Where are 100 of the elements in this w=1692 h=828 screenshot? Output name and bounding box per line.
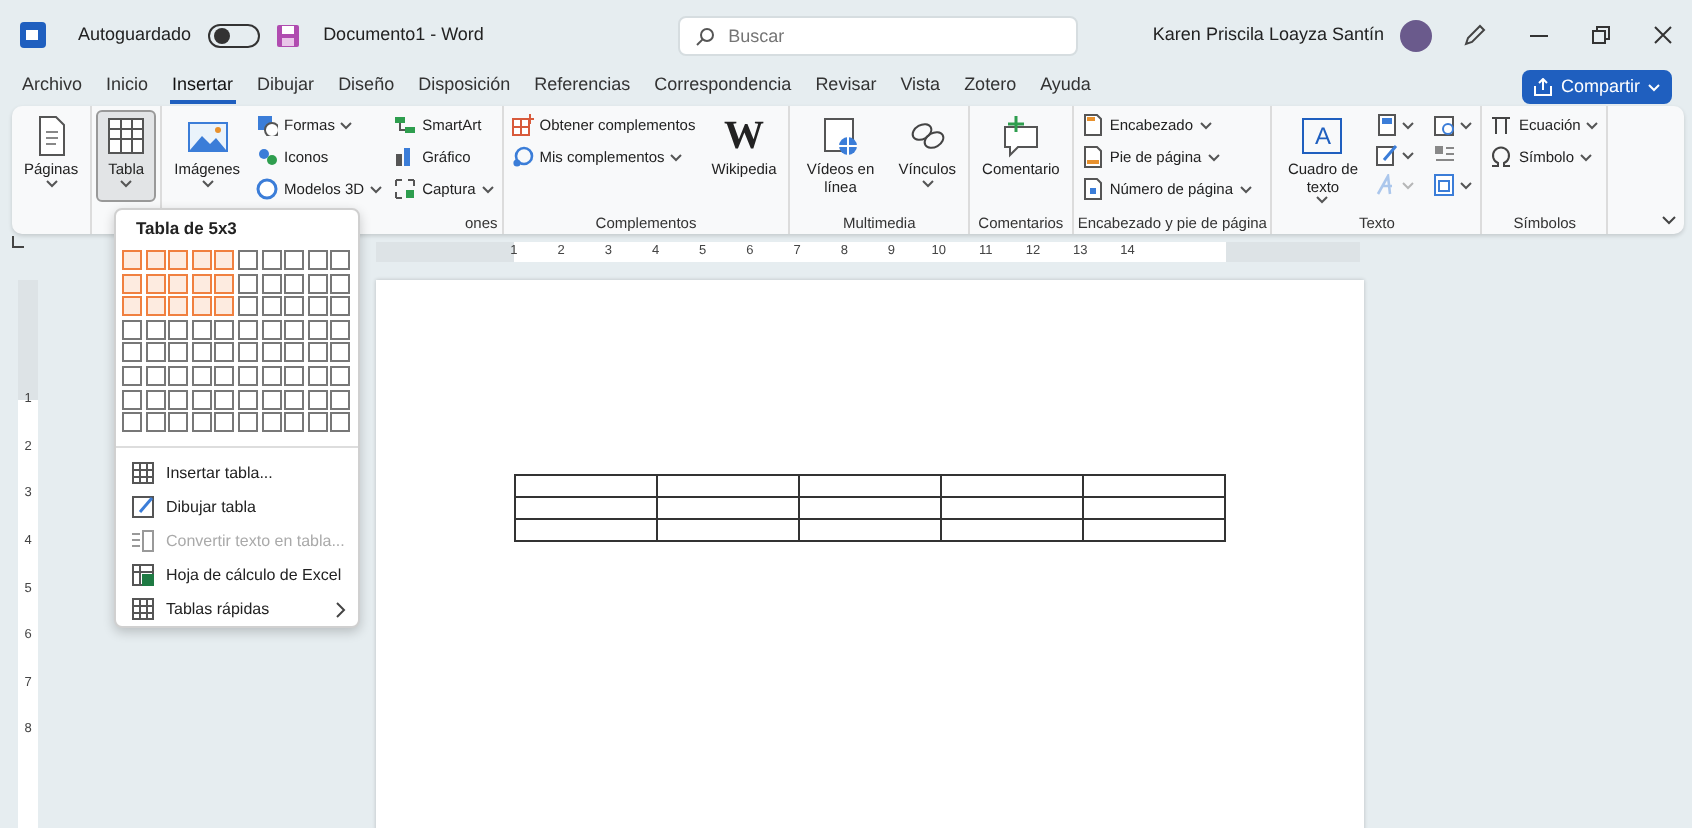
grid-cell[interactable]	[237, 342, 258, 363]
menu-item[interactable]: Insertar tabla...	[116, 456, 358, 491]
menu-item[interactable]: Dibujar tabla	[116, 490, 358, 525]
grid-cell[interactable]	[237, 296, 258, 317]
grid-cell[interactable]	[261, 273, 282, 294]
grid-cell[interactable]	[145, 342, 166, 363]
grid-cell[interactable]	[307, 250, 328, 270]
grid-cell[interactable]	[145, 389, 166, 410]
ribbon-tab[interactable]: Dibujar	[255, 70, 317, 104]
grid-cell[interactable]	[330, 319, 351, 340]
grid-cell[interactable]	[307, 296, 328, 317]
grid-cell[interactable]	[145, 273, 166, 294]
grid-cell[interactable]	[284, 365, 305, 386]
grid-cell[interactable]	[214, 250, 235, 270]
grid-cell[interactable]	[284, 296, 305, 317]
grid-cell[interactable]	[261, 389, 282, 410]
grid-cell[interactable]	[284, 412, 305, 433]
grid-cell[interactable]	[191, 389, 212, 410]
grid-cell[interactable]	[261, 319, 282, 340]
ribbon-icon-button[interactable]	[1430, 110, 1477, 140]
menu-item[interactable]: Hoja de cálculo de Excel	[116, 558, 358, 593]
grid-cell[interactable]	[191, 319, 212, 340]
grid-cell[interactable]	[191, 365, 212, 386]
ribbon-tab[interactable]: Referencias	[532, 70, 633, 104]
ribbon-tab[interactable]: Inicio	[104, 70, 151, 104]
ribbon-tab[interactable]: Vista	[898, 70, 943, 104]
menu-item[interactable]: Tablas rápidas	[116, 592, 358, 627]
grid-cell[interactable]	[330, 365, 351, 386]
grid-cell[interactable]	[145, 412, 166, 433]
grid-cell[interactable]	[191, 273, 212, 294]
grid-cell[interactable]	[122, 389, 142, 410]
ribbon-tab[interactable]: Diseño	[336, 70, 397, 104]
grid-cell[interactable]	[330, 342, 351, 363]
grid-cell[interactable]	[168, 412, 189, 433]
autosave-toggle[interactable]	[207, 23, 260, 47]
grid-cell[interactable]	[122, 365, 142, 386]
share-button[interactable]: Compartir	[1522, 70, 1672, 104]
grid-cell[interactable]	[307, 365, 328, 386]
grid-cell[interactable]	[330, 412, 351, 433]
grid-cell[interactable]	[261, 342, 282, 363]
grid-cell[interactable]	[122, 273, 142, 294]
ribbon-icon-button[interactable]	[1372, 140, 1419, 170]
grid-cell[interactable]	[145, 365, 166, 386]
grid-cell[interactable]	[168, 342, 189, 363]
grid-cell[interactable]	[214, 296, 235, 317]
grid-cell[interactable]	[191, 412, 212, 433]
grid-cell[interactable]	[307, 412, 328, 433]
grid-cell[interactable]	[214, 389, 235, 410]
ribbon-tab[interactable]: Zotero	[962, 70, 1019, 104]
grid-cell[interactable]	[307, 389, 328, 410]
grid-cell[interactable]	[145, 296, 166, 317]
grid-cell[interactable]	[168, 365, 189, 386]
grid-cell[interactable]	[145, 319, 166, 340]
grid-cell[interactable]	[330, 273, 351, 294]
ribbon-tab[interactable]: Revisar	[813, 70, 879, 104]
grid-cell[interactable]	[284, 319, 305, 340]
grid-cell[interactable]	[168, 319, 189, 340]
ribbon-tab[interactable]: Ayuda	[1038, 70, 1093, 104]
grid-cell[interactable]	[168, 389, 189, 410]
grid-cell[interactable]	[191, 296, 212, 317]
collapse-ribbon-icon[interactable]	[1662, 216, 1676, 226]
grid-cell[interactable]	[122, 412, 142, 433]
grid-cell[interactable]	[168, 273, 189, 294]
grid-cell[interactable]	[122, 319, 142, 340]
close-icon[interactable]	[1654, 26, 1672, 44]
grid-cell[interactable]	[261, 296, 282, 317]
ribbon-icon-button[interactable]	[1372, 110, 1419, 140]
ribbon-icon-button[interactable]	[1430, 170, 1477, 200]
grid-cell[interactable]	[122, 342, 142, 363]
grid-cell[interactable]	[145, 250, 166, 270]
grid-cell[interactable]	[214, 365, 235, 386]
grid-cell[interactable]	[237, 365, 258, 386]
grid-cell[interactable]	[191, 342, 212, 363]
grid-cell[interactable]	[261, 412, 282, 433]
grid-cell[interactable]	[214, 342, 235, 363]
grid-cell[interactable]	[307, 342, 328, 363]
avatar-icon[interactable]	[1400, 19, 1432, 51]
grid-cell[interactable]	[214, 273, 235, 294]
grid-cell[interactable]	[214, 319, 235, 340]
tab-stop-icon[interactable]	[12, 236, 24, 248]
ribbon-tab[interactable]: Correspondencia	[652, 70, 794, 104]
grid-cell[interactable]	[307, 319, 328, 340]
grid-cell[interactable]	[284, 342, 305, 363]
grid-cell[interactable]	[261, 250, 282, 270]
restore-icon[interactable]	[1592, 26, 1610, 44]
grid-cell[interactable]	[307, 273, 328, 294]
grid-cell[interactable]	[214, 412, 235, 433]
grid-cell[interactable]	[191, 250, 212, 270]
grid-cell[interactable]	[284, 389, 305, 410]
ribbon-tab[interactable]: Disposición	[416, 70, 513, 104]
ribbon-tab[interactable]: Archivo	[20, 70, 85, 104]
grid-cell[interactable]	[261, 365, 282, 386]
grid-cell[interactable]	[237, 319, 258, 340]
grid-cell[interactable]	[284, 250, 305, 270]
grid-cell[interactable]	[330, 389, 351, 410]
save-icon[interactable]	[275, 23, 300, 47]
grid-cell[interactable]	[237, 250, 258, 270]
search-field[interactable]: Buscar	[678, 15, 1079, 55]
grid-cell[interactable]	[122, 296, 142, 317]
grid-cell[interactable]	[330, 250, 351, 270]
